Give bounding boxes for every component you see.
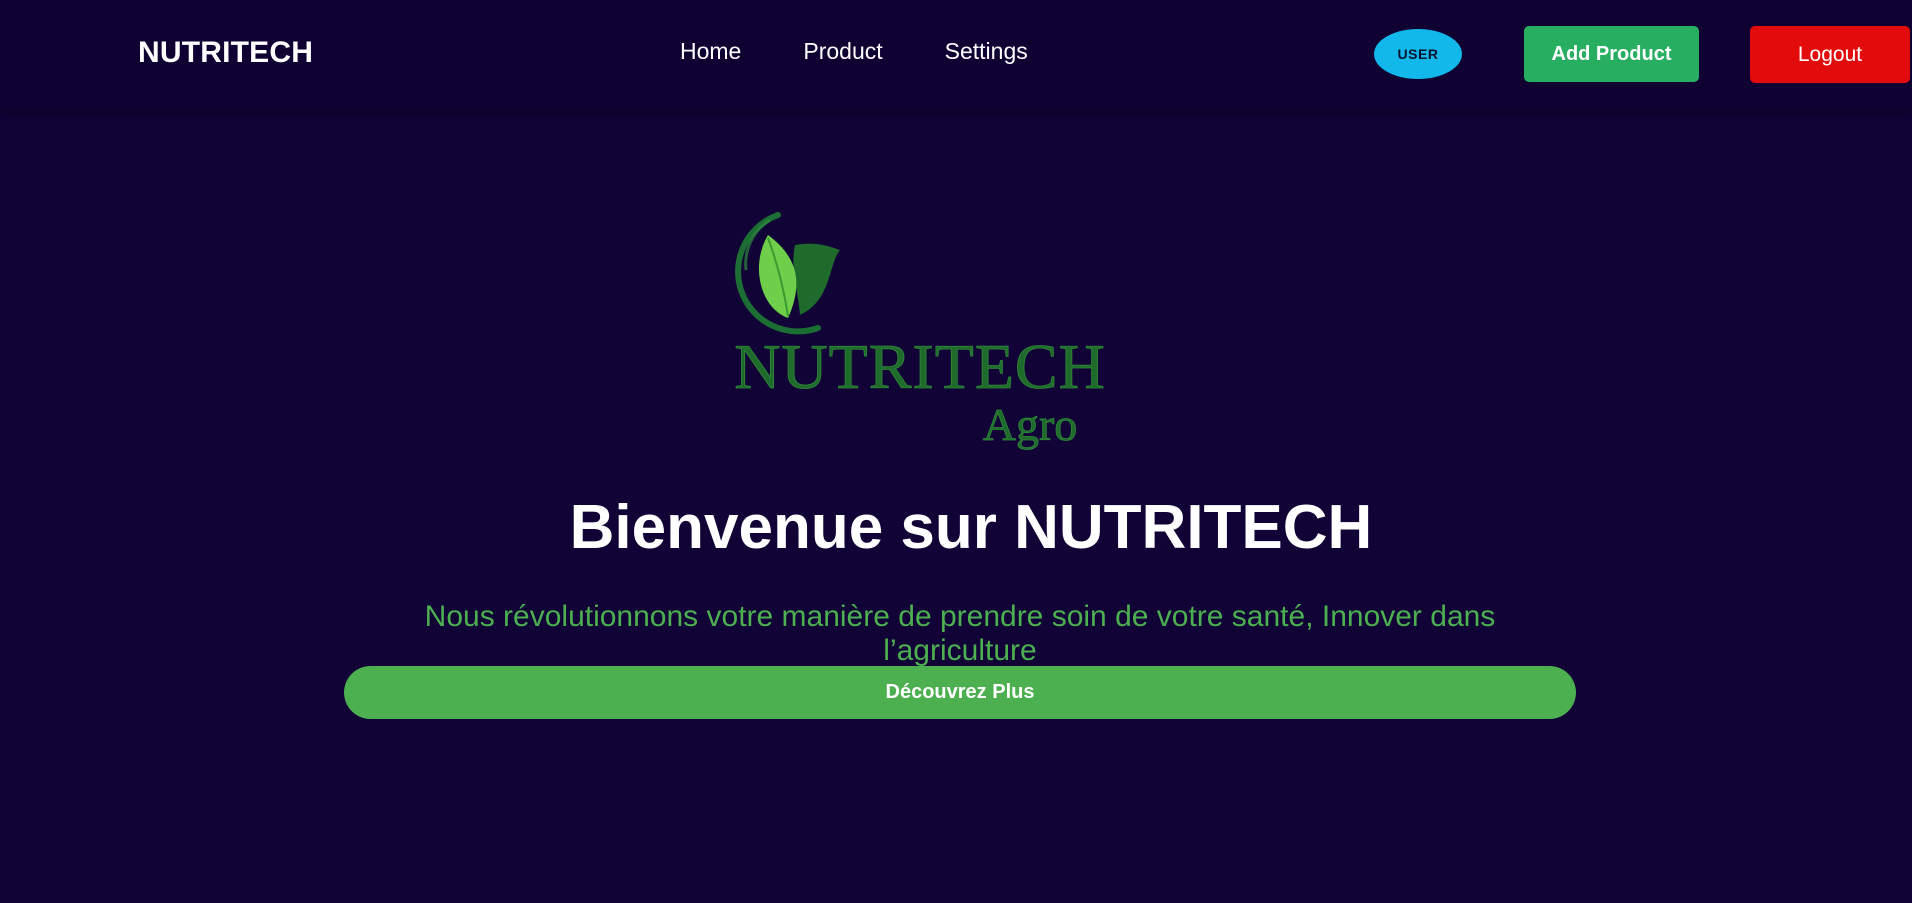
user-badge[interactable]: USER <box>1374 29 1462 79</box>
hero-subtitle: Nous révolutionnons votre manière de pre… <box>424 600 1496 667</box>
nav-link-settings[interactable]: Settings <box>945 38 1028 65</box>
brand-logo-text[interactable]: NUTRITECH <box>138 36 313 70</box>
logo-main-text: NUTRITECH <box>734 331 1106 402</box>
navbar: NUTRITECH Home Product Settings USER Add… <box>0 0 1912 110</box>
main-nav: Home Product Settings <box>680 38 1090 65</box>
add-product-button[interactable]: Add Product <box>1524 26 1699 82</box>
leaf-icon <box>735 212 840 335</box>
nav-link-product[interactable]: Product <box>803 38 882 65</box>
logo-sub-text: Agro <box>983 399 1078 450</box>
logout-button[interactable]: Logout <box>1750 26 1910 83</box>
nutritech-agro-logo: NUTRITECH Agro <box>734 212 1106 450</box>
discover-more-button[interactable]: Découvrez Plus <box>344 666 1576 719</box>
hero-title: Bienvenue sur NUTRITECH <box>569 493 1373 562</box>
nav-link-home[interactable]: Home <box>680 38 741 65</box>
